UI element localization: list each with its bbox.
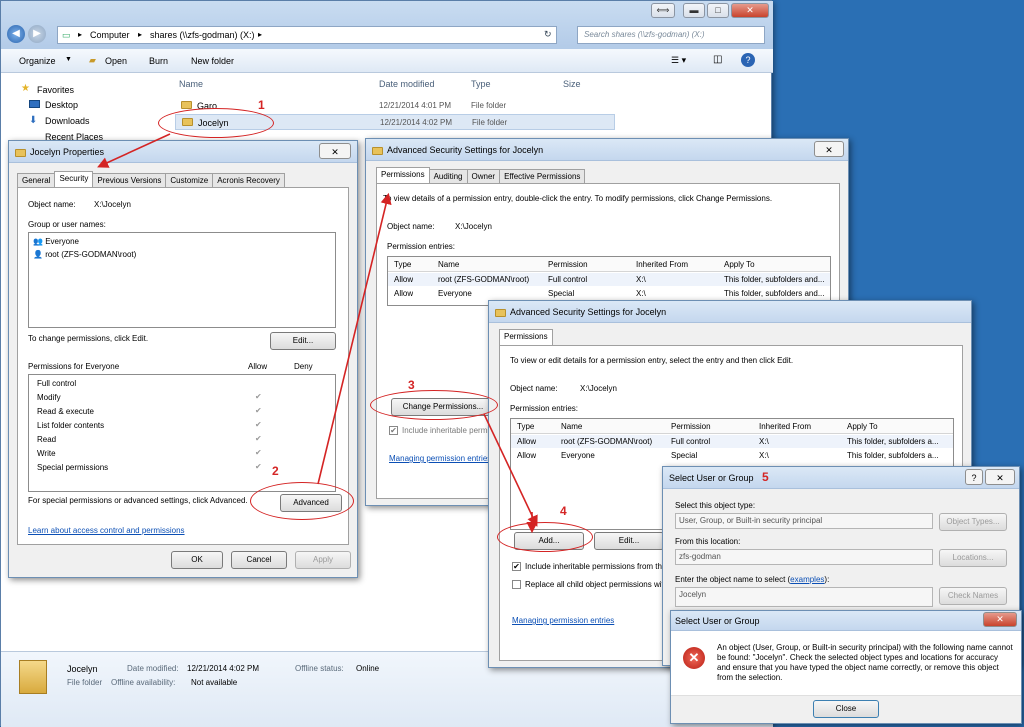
arrow-2 — [317, 192, 392, 485]
arrow-3 — [483, 413, 538, 527]
annotation-arrows — [97, 133, 538, 534]
arrow-1 — [97, 133, 171, 168]
